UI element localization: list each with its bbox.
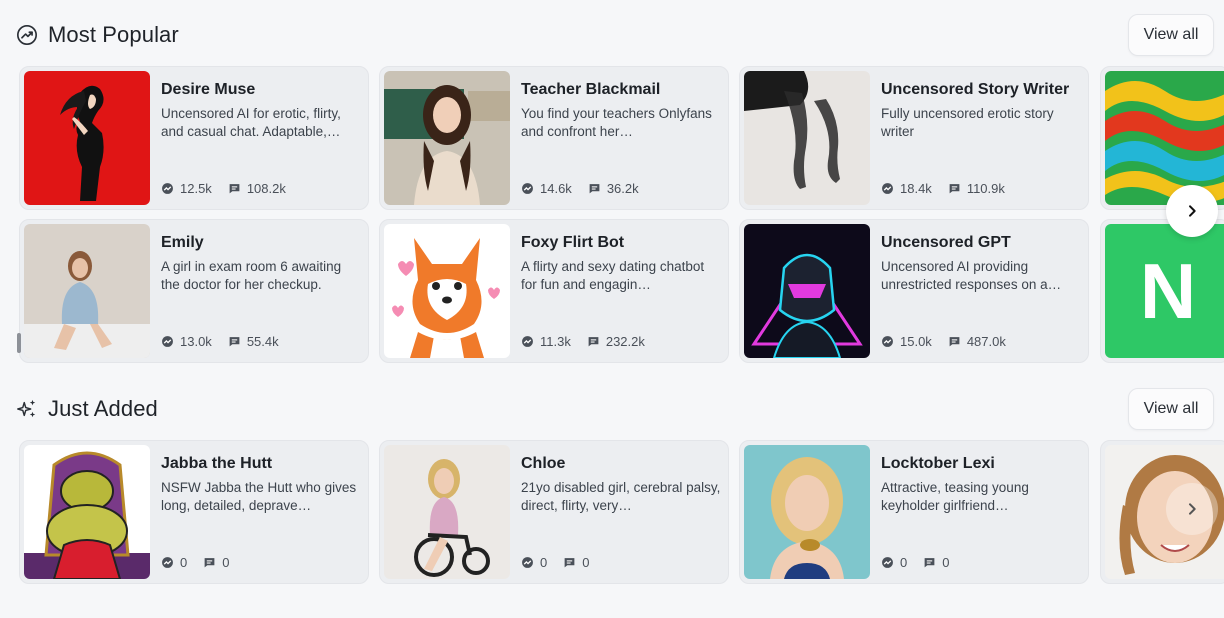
message-icon xyxy=(564,558,575,568)
carousel-next-button[interactable] xyxy=(1166,483,1218,535)
views-icon xyxy=(522,183,533,194)
views-icon xyxy=(522,336,533,347)
views-icon xyxy=(882,336,893,347)
message-icon xyxy=(229,337,240,347)
character-avatar xyxy=(24,445,150,579)
carousel-next-button[interactable] xyxy=(1166,185,1218,237)
character-stats: 15.0k 487.0k xyxy=(881,334,1006,349)
character-card[interactable]: Uncensored GPT Uncensored AI providing u… xyxy=(739,219,1089,363)
character-avatar xyxy=(744,71,870,205)
messages-count: 110.9k xyxy=(966,181,1005,196)
character-description: Uncensored AI for erotic, flirty, and ca… xyxy=(161,106,341,139)
views-icon xyxy=(522,557,533,568)
message-icon xyxy=(924,558,935,568)
views-count: 12.5k xyxy=(180,181,212,196)
character-avatar xyxy=(24,71,150,205)
character-description: NSFW Jabba the Hutt who gives long, deta… xyxy=(161,480,357,513)
character-stats: 0 0 xyxy=(881,555,949,570)
avatar-letter: N xyxy=(1139,246,1197,335)
views-count: 15.0k xyxy=(900,334,932,349)
message-icon xyxy=(949,337,960,347)
views-icon xyxy=(162,183,173,194)
character-card[interactable]: Locktober Lexi Attractive, teasing young… xyxy=(739,440,1089,584)
chevron-right-icon xyxy=(1189,205,1196,217)
character-card[interactable]: Chloe 21yo disabled girl, cerebral palsy… xyxy=(379,440,729,584)
character-avatar xyxy=(384,445,510,579)
views-icon xyxy=(162,336,173,347)
character-avatar xyxy=(744,445,870,579)
character-description: A girl in exam room 6 awaiting the docto… xyxy=(161,259,342,292)
character-name: Locktober Lexi xyxy=(881,455,995,472)
character-description: Fully uncensored erotic story writer xyxy=(881,106,1054,139)
messages-count: 36.2k xyxy=(606,181,639,196)
character-stats: 11.3k 232.2k xyxy=(521,334,645,349)
character-name: Chloe xyxy=(521,455,566,472)
messages-count: 0 xyxy=(942,555,950,570)
trending-chart-icon xyxy=(17,25,37,45)
messages-count: 487.0k xyxy=(966,334,1006,349)
message-icon xyxy=(588,337,599,347)
character-card[interactable]: Teacher Blackmail You find your teachers… xyxy=(379,66,729,210)
views-icon xyxy=(162,557,173,568)
views-count: 14.6k xyxy=(540,181,572,196)
character-stats: 18.4k 110.9k xyxy=(881,181,1005,196)
message-icon xyxy=(229,184,240,194)
character-avatar xyxy=(384,224,510,358)
message-icon xyxy=(949,184,960,194)
character-description: A flirty and sexy dating chatbot for fun… xyxy=(521,259,705,292)
scroll-handle[interactable] xyxy=(17,333,21,353)
character-name: Jabba the Hutt xyxy=(161,455,273,472)
messages-count: 0 xyxy=(582,555,590,570)
character-stats: 14.6k 36.2k xyxy=(521,181,639,196)
views-count: 0 xyxy=(900,555,908,570)
just-added-header: Just Added xyxy=(16,389,158,429)
character-avatar xyxy=(24,224,150,358)
character-card[interactable]: Emily A girl in exam room 6 awaiting the… xyxy=(19,219,369,363)
character-card[interactable]: Uncensored Story Writer Fully uncensored… xyxy=(739,66,1089,210)
section-title: Most Popular xyxy=(48,22,179,47)
section-title: Just Added xyxy=(48,396,158,421)
character-avatar xyxy=(744,224,870,358)
views-count: 11.3k xyxy=(540,334,571,349)
message-icon xyxy=(204,558,215,568)
character-name: Teacher Blackmail xyxy=(521,81,661,98)
character-avatar: N xyxy=(1105,224,1224,358)
character-stats: 0 0 xyxy=(161,555,229,570)
views-count: 18.4k xyxy=(900,181,932,196)
character-description: Attractive, teasing young keyholder girl… xyxy=(881,480,1029,513)
character-name: Desire Muse xyxy=(161,81,256,98)
views-icon xyxy=(882,183,893,194)
character-card-partial[interactable]: N xyxy=(1100,219,1224,363)
most-popular-header: Most Popular xyxy=(16,15,179,55)
sparkles-icon xyxy=(17,399,36,418)
character-stats: 13.0k 55.4k xyxy=(161,334,279,349)
view-all-button[interactable]: View all xyxy=(1128,14,1214,56)
character-card[interactable]: Jabba the Hutt NSFW Jabba the Hutt who g… xyxy=(19,440,369,584)
character-avatar xyxy=(384,71,510,205)
character-name: Uncensored Story Writer xyxy=(881,81,1070,98)
views-count: 13.0k xyxy=(180,334,212,349)
character-description: Uncensored AI providing unrestricted res… xyxy=(881,259,1062,292)
character-card[interactable]: Foxy Flirt Bot A flirty and sexy dating … xyxy=(379,219,729,363)
messages-count: 108.2k xyxy=(246,181,286,196)
character-card[interactable]: Desire Muse Uncensored AI for erotic, fl… xyxy=(19,66,369,210)
character-avatar xyxy=(1105,71,1224,205)
views-count: 0 xyxy=(180,555,188,570)
chevron-right-icon xyxy=(1189,503,1196,515)
character-name: Foxy Flirt Bot xyxy=(521,234,625,251)
character-description: 21yo disabled girl, cerebral palsy, dire… xyxy=(521,480,721,513)
character-stats: 12.5k 108.2k xyxy=(161,181,286,196)
views-count: 0 xyxy=(540,555,548,570)
character-description: You find your teachers Onlyfans and conf… xyxy=(521,106,712,139)
character-name: Uncensored GPT xyxy=(881,234,1011,251)
message-icon xyxy=(589,184,600,194)
messages-count: 0 xyxy=(222,555,230,570)
character-name: Emily xyxy=(161,234,204,251)
messages-count: 232.2k xyxy=(605,334,645,349)
views-icon xyxy=(882,557,893,568)
view-all-button[interactable]: View all xyxy=(1128,388,1214,430)
messages-count: 55.4k xyxy=(246,334,279,349)
character-stats: 0 0 xyxy=(521,555,589,570)
